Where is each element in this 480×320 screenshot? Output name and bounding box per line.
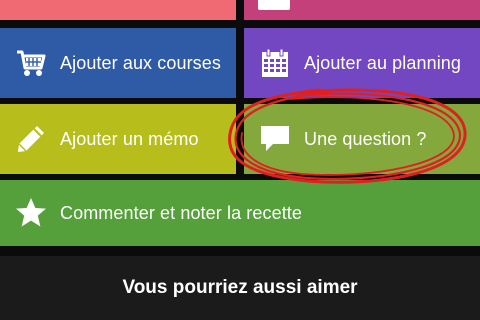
add-to-planning-label: Ajouter au planning: [304, 52, 462, 73]
add-to-shopping-list-label: Ajouter aux courses: [60, 52, 221, 73]
add-memo-button[interactable]: Ajouter un mémo: [0, 104, 236, 174]
star-icon: [14, 196, 48, 230]
comment-and-rate-label: Commenter et noter la recette: [60, 202, 303, 223]
add-to-planning-button[interactable]: Ajouter au planning: [244, 28, 480, 98]
ask-question-label: Une question ?: [304, 128, 427, 149]
add-memo-label: Ajouter un mémo: [60, 128, 199, 149]
ask-question-button[interactable]: Une question ?: [244, 104, 480, 174]
calendar-icon: [258, 46, 292, 80]
tile-top-left-partial[interactable]: [0, 0, 236, 20]
add-to-shopping-list-button[interactable]: Ajouter aux courses: [0, 28, 236, 98]
speech-bubble-icon: [258, 122, 292, 156]
partial-icon: [258, 0, 290, 10]
comment-and-rate-button[interactable]: Commenter et noter la recette: [0, 180, 480, 246]
recommendations-section: Vous pourriez aussi aimer: [0, 256, 480, 320]
tile-top-right-partial[interactable]: [244, 0, 480, 20]
shopping-cart-icon: [14, 46, 48, 80]
pencil-icon: [14, 122, 48, 156]
recommendations-title: Vous pourriez aussi aimer: [122, 277, 358, 298]
